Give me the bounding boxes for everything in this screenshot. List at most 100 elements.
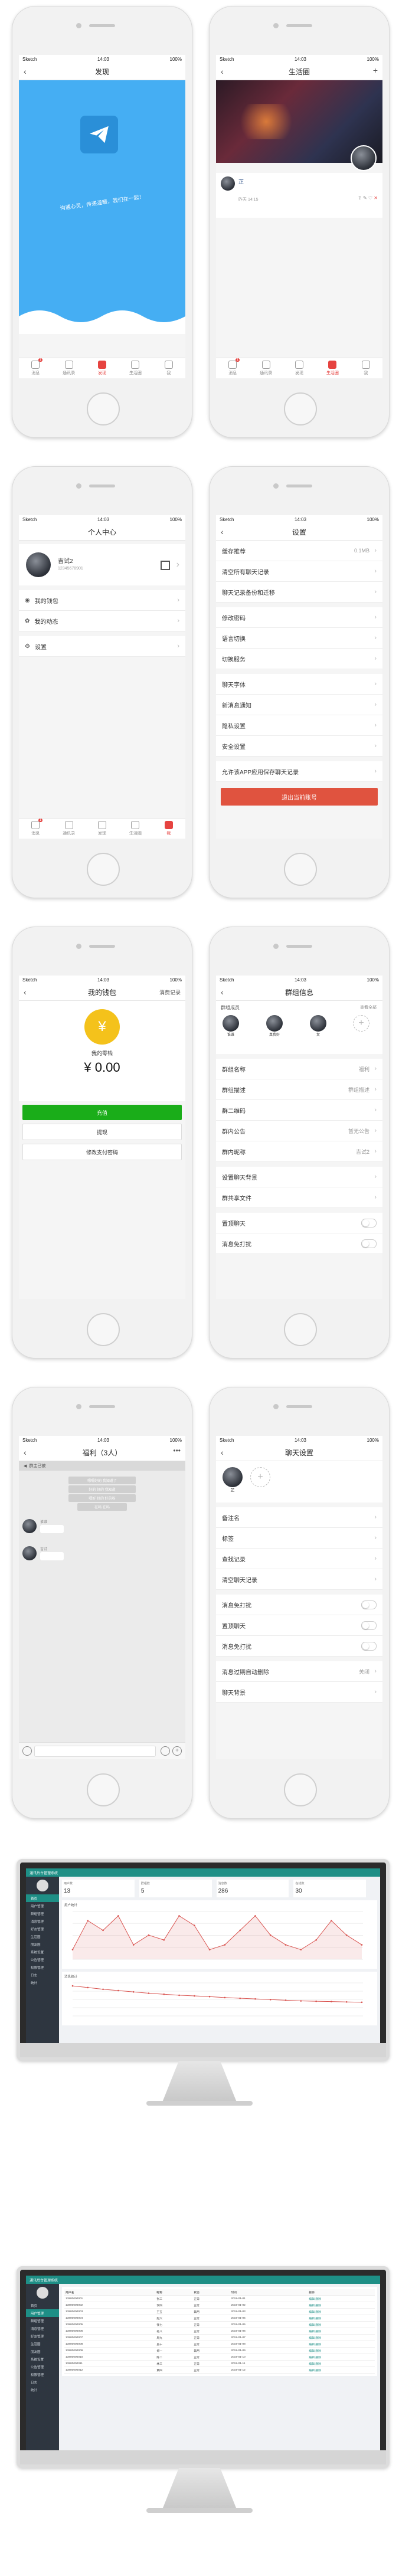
sidebar-item[interactable]: 消息管理 xyxy=(26,2325,59,2332)
group-settings-row[interactable]: 设置聊天背景 › xyxy=(216,1167,382,1187)
tab-messages[interactable]: 1 消息 xyxy=(19,358,52,378)
back-icon[interactable]: ‹ xyxy=(24,1448,27,1457)
data-point[interactable] xyxy=(117,1989,119,1992)
data-point[interactable] xyxy=(331,1920,332,1922)
sidebar-item[interactable]: 好友管理 xyxy=(26,1925,59,1933)
data-point[interactable] xyxy=(208,1949,211,1950)
data-point[interactable] xyxy=(254,1915,256,1917)
tab-discover[interactable]: 发现 xyxy=(86,358,119,378)
group-settings-row[interactable]: 群组名称 福利 › xyxy=(216,1059,382,1079)
data-point[interactable] xyxy=(224,1996,226,1999)
sidebar-item[interactable]: 用户管理 xyxy=(26,1902,59,1910)
data-point[interactable] xyxy=(71,1985,74,1987)
sidebar-item[interactable]: 好友管理 xyxy=(26,2332,59,2340)
data-point[interactable] xyxy=(345,1934,348,1936)
voice-icon[interactable] xyxy=(22,1746,32,1756)
tab-moments[interactable]: 生活圈 xyxy=(119,819,152,839)
toggle-switch[interactable] xyxy=(361,1621,377,1630)
view-all-link[interactable]: 查看全部 xyxy=(360,1004,377,1010)
toggle-switch[interactable] xyxy=(361,1641,377,1651)
sidebar-item[interactable]: 系统设置 xyxy=(26,2355,59,2363)
chat-settings-row[interactable]: 置顶聊天 xyxy=(216,1615,382,1636)
data-point[interactable] xyxy=(361,1944,363,1946)
data-point[interactable] xyxy=(148,1992,150,1994)
tab-me[interactable]: 我 xyxy=(152,819,185,839)
settings-row[interactable]: 聊天字体 › xyxy=(216,674,382,695)
member-item[interactable]: 芷 xyxy=(222,1467,243,1493)
data-point[interactable] xyxy=(163,1939,165,1941)
sidebar-item[interactable]: 日志 xyxy=(26,1971,59,1979)
data-point[interactable] xyxy=(194,1995,195,1997)
data-point[interactable] xyxy=(148,1934,150,1936)
sidebar-item[interactable]: 首页 xyxy=(26,2302,59,2309)
home-button[interactable] xyxy=(87,853,120,886)
data-point[interactable] xyxy=(224,1944,226,1946)
chat-settings-row[interactable]: 消息过期自动删除 关闭 › xyxy=(216,1661,382,1682)
data-point[interactable] xyxy=(117,1915,119,1917)
sidebar-item[interactable]: 生活圈 xyxy=(26,2340,59,2348)
settings-row[interactable]: 安全设置 › xyxy=(216,736,382,757)
back-icon[interactable]: ‹ xyxy=(24,67,27,76)
admin-avatar[interactable] xyxy=(37,1880,48,1891)
post-user[interactable]: 芷 xyxy=(238,178,244,185)
home-button[interactable] xyxy=(284,1773,317,1806)
emoji-icon[interactable] xyxy=(161,1746,170,1756)
data-point[interactable] xyxy=(284,1999,287,2001)
group-settings-row[interactable]: 群共享文件 › xyxy=(216,1187,382,1208)
data-point[interactable] xyxy=(194,1924,195,1927)
data-point[interactable] xyxy=(239,1997,241,1999)
data-point[interactable] xyxy=(178,1915,180,1917)
member-item[interactable]: 女 xyxy=(309,1015,327,1037)
data-point[interactable] xyxy=(132,1991,135,1993)
home-button[interactable] xyxy=(87,1313,120,1346)
back-icon[interactable]: ‹ xyxy=(221,987,224,997)
settings-row[interactable]: 隐私设置 › xyxy=(216,715,382,736)
row-my-posts[interactable]: ✿ 我的动态 › xyxy=(19,611,185,631)
data-point[interactable] xyxy=(300,2000,302,2002)
tab-me[interactable]: 我 xyxy=(349,358,382,378)
settings-row[interactable]: 清空所有聊天记录 › xyxy=(216,561,382,582)
post-avatar[interactable] xyxy=(221,176,235,191)
avatar[interactable] xyxy=(22,1546,37,1560)
data-point[interactable] xyxy=(331,2001,332,2002)
sidebar-item[interactable]: 日志 xyxy=(26,2378,59,2386)
tab-messages[interactable]: 1 消息 xyxy=(19,819,52,839)
sidebar-item[interactable]: 朋友圈 xyxy=(26,1940,59,1948)
like-icon[interactable]: ♡ xyxy=(368,195,372,201)
chat-settings-row[interactable]: 备注名 › xyxy=(216,1507,382,1528)
settings-row[interactable]: 语言切换 › xyxy=(216,628,382,649)
settings-row[interactable]: 修改密码 › xyxy=(216,607,382,628)
toggle-switch[interactable] xyxy=(361,1239,377,1248)
share-icon[interactable]: ⇪ xyxy=(358,195,362,201)
delete-icon[interactable]: ✕ xyxy=(374,195,378,201)
data-point[interactable] xyxy=(71,1949,74,1950)
back-icon[interactable]: ‹ xyxy=(221,1448,224,1457)
sidebar-item[interactable]: 公告管理 xyxy=(26,2363,59,2371)
consume-record-link[interactable]: 消费记录 xyxy=(159,988,181,996)
data-point[interactable] xyxy=(345,2001,348,2003)
comment-icon[interactable]: ✎ xyxy=(363,195,367,201)
sidebar-item[interactable]: 生活圈 xyxy=(26,1933,59,1940)
toggle-switch[interactable] xyxy=(361,1218,377,1228)
settings-row[interactable]: 切换服务 › xyxy=(216,649,382,669)
message-input[interactable] xyxy=(34,1746,156,1757)
home-button[interactable] xyxy=(284,1313,317,1346)
tab-messages[interactable]: 1 消息 xyxy=(216,358,249,378)
pay-password-button[interactable]: 修改支付密码 xyxy=(22,1144,182,1160)
message-bubble[interactable] xyxy=(40,1552,64,1560)
data-point[interactable] xyxy=(361,2001,363,2004)
avatar[interactable] xyxy=(22,1519,37,1533)
back-icon[interactable]: ‹ xyxy=(24,987,27,997)
qrcode-icon[interactable] xyxy=(161,561,170,570)
data-point[interactable] xyxy=(269,1998,272,2001)
back-icon[interactable]: ‹ xyxy=(221,527,224,536)
chat-settings-row[interactable]: 消息免打扰 xyxy=(216,1636,382,1657)
data-point[interactable] xyxy=(87,1986,89,1989)
data-point[interactable] xyxy=(254,1998,256,2000)
tab-moments[interactable]: 生活圈 xyxy=(119,358,152,378)
data-point[interactable] xyxy=(284,1944,287,1946)
chat-settings-row[interactable]: 查找记录 › xyxy=(216,1549,382,1569)
data-point[interactable] xyxy=(87,1920,89,1922)
sidebar-item[interactable]: 公告管理 xyxy=(26,1956,59,1963)
row-actions[interactable]: 编辑 删除 xyxy=(308,2347,375,2354)
